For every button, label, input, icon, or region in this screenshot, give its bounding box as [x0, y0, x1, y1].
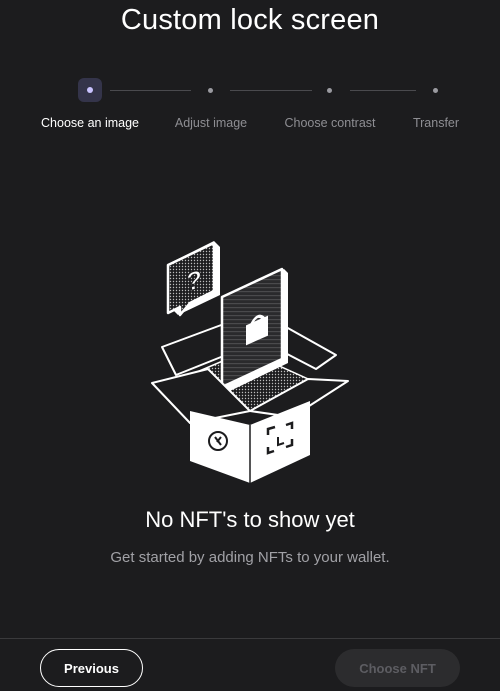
- step-label-transfer[interactable]: Transfer: [413, 116, 459, 130]
- stepper-connector: [230, 90, 312, 91]
- step-indicator-choose-image[interactable]: [78, 78, 102, 102]
- question-bubble-icon: ?: [166, 241, 220, 317]
- step-label-choose-image[interactable]: Choose an image: [41, 116, 139, 130]
- page-title: Custom lock screen: [120, 4, 380, 36]
- stepper-connector: [350, 90, 416, 91]
- stepper-connector: [110, 90, 191, 91]
- choose-nft-button[interactable]: Choose NFT: [335, 649, 460, 687]
- step-indicator-choose-contrast[interactable]: [327, 88, 332, 93]
- svg-text:?: ?: [186, 264, 202, 298]
- empty-state-subtitle: Get started by adding NFTs to your walle…: [110, 549, 390, 566]
- footer-divider: [0, 638, 500, 639]
- previous-button[interactable]: Previous: [40, 649, 143, 687]
- empty-state-title: No NFT's to show yet: [145, 507, 355, 532]
- step-indicator-transfer[interactable]: [433, 88, 438, 93]
- active-step-dot: [87, 87, 93, 93]
- step-indicator-adjust-image[interactable]: [208, 88, 213, 93]
- nft-box-illustration: ?: [148, 235, 352, 487]
- stepper: Choose an image Adjust image Choose cont…: [0, 76, 500, 136]
- step-label-adjust-image[interactable]: Adjust image: [175, 116, 247, 130]
- step-label-choose-contrast[interactable]: Choose contrast: [284, 116, 375, 130]
